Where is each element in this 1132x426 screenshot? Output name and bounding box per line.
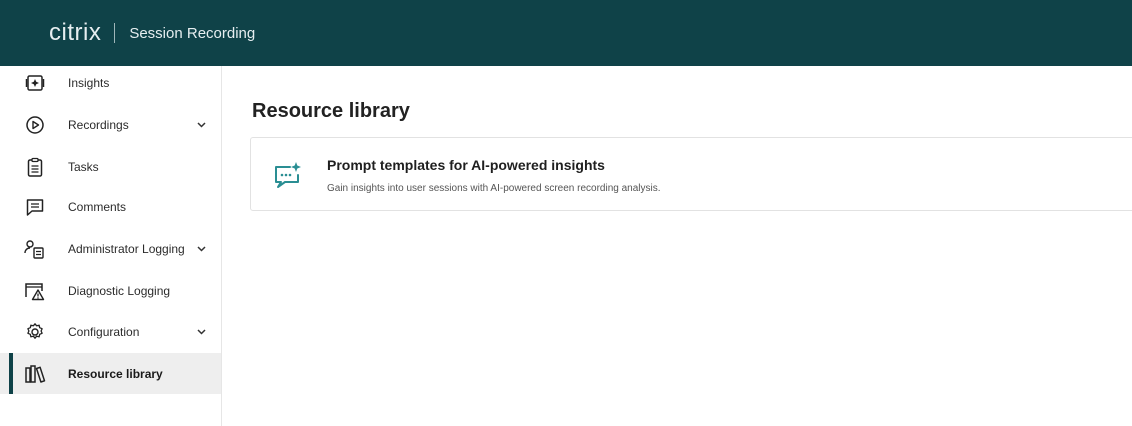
library-icon: [24, 363, 46, 385]
sidebar-item-tasks[interactable]: Tasks: [0, 146, 221, 187]
sidebar-item-diagnostic-logging[interactable]: Diagnostic Logging: [0, 270, 221, 311]
play-circle-icon: [24, 114, 46, 136]
insights-icon: [24, 72, 46, 94]
ai-chat-sparkle-icon: [273, 160, 303, 190]
diagnostic-warning-icon: [24, 280, 46, 302]
chevron-down-icon[interactable]: [196, 120, 206, 130]
sidebar-item-label: Recordings: [68, 117, 129, 132]
sidebar-item-administrator-logging[interactable]: Administrator Logging: [0, 228, 221, 269]
clipboard-icon: [24, 156, 46, 178]
sidebar-item-label: Configuration: [68, 324, 140, 339]
brand[interactable]: citrix Session Recording: [49, 19, 255, 47]
sidebar-item-label: Tasks: [68, 159, 99, 174]
sidebar-item-label: Administrator Logging: [68, 241, 185, 256]
sidebar: Insights Recordings Tasks Comments Admin…: [0, 66, 222, 426]
comment-icon: [24, 196, 46, 218]
citrix-logo: citrix: [49, 19, 102, 46]
sidebar-item-insights[interactable]: Insights: [0, 62, 221, 103]
sidebar-item-recordings[interactable]: Recordings: [0, 104, 221, 145]
resource-card[interactable]: Prompt templates for AI-powered insights…: [250, 137, 1132, 211]
sidebar-item-comments[interactable]: Comments: [0, 186, 221, 227]
card-description: Gain insights into user sessions with AI…: [327, 183, 661, 194]
sidebar-item-label: Insights: [68, 75, 110, 90]
sidebar-item-label: Diagnostic Logging: [68, 283, 171, 298]
sidebar-item-label: Resource library: [68, 366, 163, 381]
chevron-down-icon[interactable]: [196, 327, 206, 337]
sidebar-item-label: Comments: [68, 199, 127, 214]
brand-separator: [114, 23, 116, 43]
product-name: Session Recording: [129, 24, 256, 42]
card-title[interactable]: Prompt templates for AI-powered insights: [327, 157, 605, 173]
main-content: Resource library Prompt templates for AI…: [222, 66, 1132, 426]
chevron-down-icon[interactable]: [196, 244, 206, 254]
page-title: Resource library: [252, 100, 410, 122]
top-bar: citrix Session Recording: [0, 0, 1132, 66]
sidebar-item-resource-library[interactable]: Resource library: [0, 353, 221, 394]
admin-log-icon: [24, 238, 46, 260]
sidebar-item-configuration[interactable]: Configuration: [0, 311, 221, 352]
gear-icon: [24, 321, 46, 343]
